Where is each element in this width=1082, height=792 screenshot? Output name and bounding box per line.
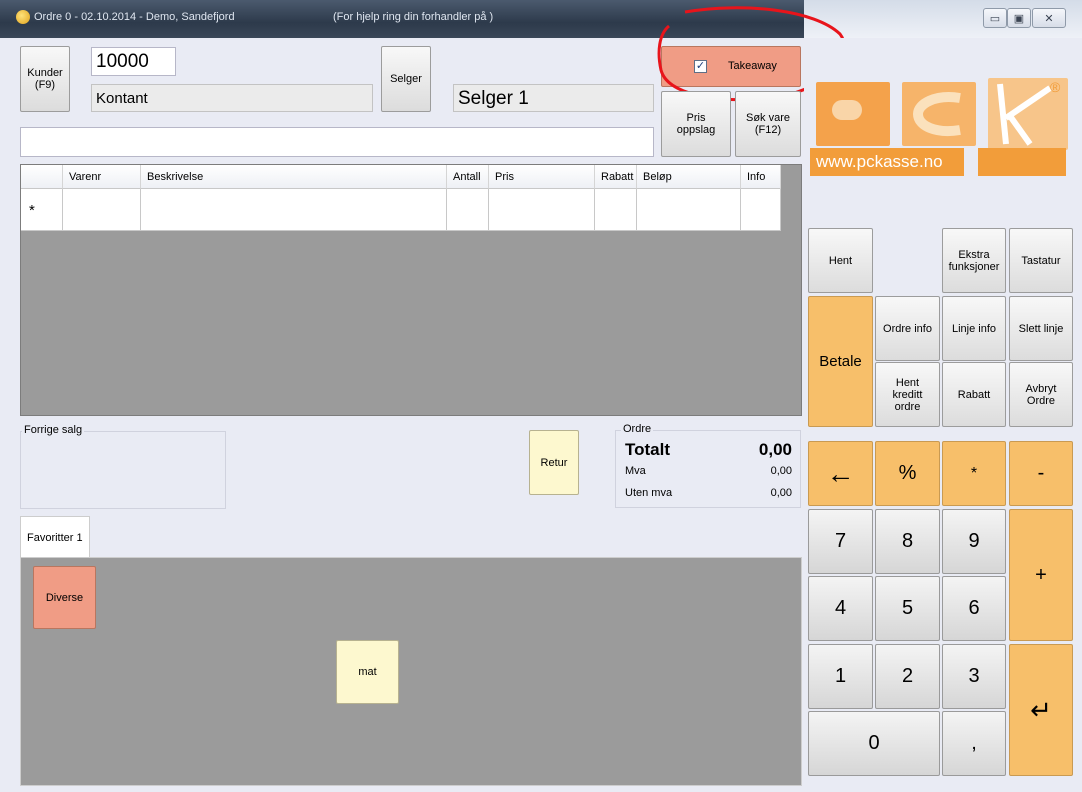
pck-logo-graphic: ® — [810, 78, 1072, 150]
column-header-belop[interactable]: Beløp — [637, 165, 741, 189]
backspace-key[interactable]: ← — [808, 441, 873, 506]
linje-info-button[interactable]: Linje info — [942, 296, 1006, 361]
key-1[interactable]: 1 — [808, 644, 873, 709]
hent-kreditt-ordre-button[interactable]: Hent kreditt ordre — [875, 362, 940, 427]
seller-name-field: Selger 1 — [453, 84, 654, 112]
tab-favoritter-1[interactable]: Favoritter 1 — [20, 516, 90, 558]
key-6[interactable]: 6 — [942, 576, 1006, 641]
cell-beskrivelse[interactable] — [141, 189, 447, 231]
window-help-text: (For hjelp ring din forhandler på ) — [333, 11, 494, 23]
cell-info[interactable] — [741, 189, 781, 231]
vat-value: 0,00 — [770, 465, 792, 477]
minimize-button[interactable]: ▭ — [983, 8, 1007, 28]
vat-label: Mva — [625, 465, 646, 477]
excl-vat-label: Uten mva — [625, 487, 673, 499]
logo-url: www.pckasse.no — [810, 148, 964, 176]
search-item-button[interactable]: Søk vare (F12) — [735, 91, 801, 157]
key-9[interactable]: 9 — [942, 509, 1006, 574]
excl-vat-value: 0,00 — [770, 487, 792, 499]
betale-button[interactable]: Betale — [808, 296, 873, 427]
avbryt-ordre-button[interactable]: Avbryt Ordre — [1009, 362, 1073, 427]
column-header-antall[interactable]: Antall — [447, 165, 489, 189]
grid-row-header — [21, 165, 63, 189]
column-header-rabatt[interactable]: Rabatt — [595, 165, 637, 189]
ekstra-funksjoner-button[interactable]: Ekstra funksjoner — [942, 228, 1006, 293]
key-3[interactable]: 3 — [942, 644, 1006, 709]
column-header-pris[interactable]: Pris — [489, 165, 595, 189]
tastatur-button[interactable]: Tastatur — [1009, 228, 1073, 293]
logo-bar — [978, 148, 1066, 176]
key-7[interactable]: 7 — [808, 509, 873, 574]
new-row-marker: * — [21, 189, 63, 231]
previous-sale-box — [20, 431, 226, 509]
app-icon — [16, 10, 30, 24]
favorite-button-diverse[interactable]: Diverse — [33, 566, 96, 629]
minus-key[interactable]: - — [1009, 441, 1073, 506]
cell-pris[interactable] — [489, 189, 595, 231]
seller-button[interactable]: Selger — [381, 46, 431, 112]
registered-mark: ® — [1050, 79, 1061, 95]
pck-logo: ® www.pckasse.no — [810, 78, 1072, 178]
cell-rabatt[interactable] — [595, 189, 637, 231]
total-value: 0,00 — [758, 440, 792, 459]
slett-linje-button[interactable]: Slett linje — [1009, 296, 1073, 361]
item-input-field[interactable] — [20, 127, 654, 157]
maximize-button[interactable]: ▣ — [1007, 8, 1031, 28]
key-2[interactable]: 2 — [875, 644, 940, 709]
customer-name-field: Kontant — [91, 84, 373, 112]
column-header-beskrivelse[interactable]: Beskrivelse — [141, 165, 447, 189]
return-button[interactable]: Retur — [529, 430, 579, 495]
percent-key[interactable]: % — [875, 441, 940, 506]
key-8[interactable]: 8 — [875, 509, 940, 574]
customer-button[interactable]: Kunder (F9) — [20, 46, 70, 112]
window-title: Ordre 0 - 02.10.2014 - Demo, Sandefjord — [34, 11, 235, 23]
cell-varenr[interactable] — [63, 189, 141, 231]
cell-antall[interactable] — [447, 189, 489, 231]
plus-key[interactable]: + — [1009, 509, 1073, 641]
customer-number-field[interactable]: 10000 — [91, 47, 176, 76]
key-4[interactable]: 4 — [808, 576, 873, 641]
hent-button[interactable]: Hent — [808, 228, 873, 293]
favorite-button-mat[interactable]: mat — [336, 640, 399, 704]
comma-key[interactable]: , — [942, 711, 1006, 776]
price-lookup-button[interactable]: Pris oppslag — [661, 91, 731, 157]
favorites-panel — [20, 557, 802, 786]
column-header-info[interactable]: Info — [741, 165, 781, 189]
key-5[interactable]: 5 — [875, 576, 940, 641]
order-grid[interactable]: Varenr Beskrivelse Antall Pris Rabatt Be… — [20, 164, 802, 416]
cell-belop[interactable] — [637, 189, 741, 231]
close-button[interactable]: ✕ — [1032, 8, 1066, 28]
previous-sale-title: Forrige salg — [22, 424, 85, 436]
key-0[interactable]: 0 — [808, 711, 940, 776]
column-header-varenr[interactable]: Varenr — [63, 165, 141, 189]
enter-key[interactable]: ↵ — [1009, 644, 1073, 776]
total-label: Totalt — [625, 440, 671, 459]
order-summary-title: Ordre — [621, 423, 654, 435]
rabatt-button[interactable]: Rabatt — [942, 362, 1006, 427]
ordre-info-button[interactable]: Ordre info — [875, 296, 940, 361]
multiply-key[interactable]: * — [942, 441, 1006, 506]
